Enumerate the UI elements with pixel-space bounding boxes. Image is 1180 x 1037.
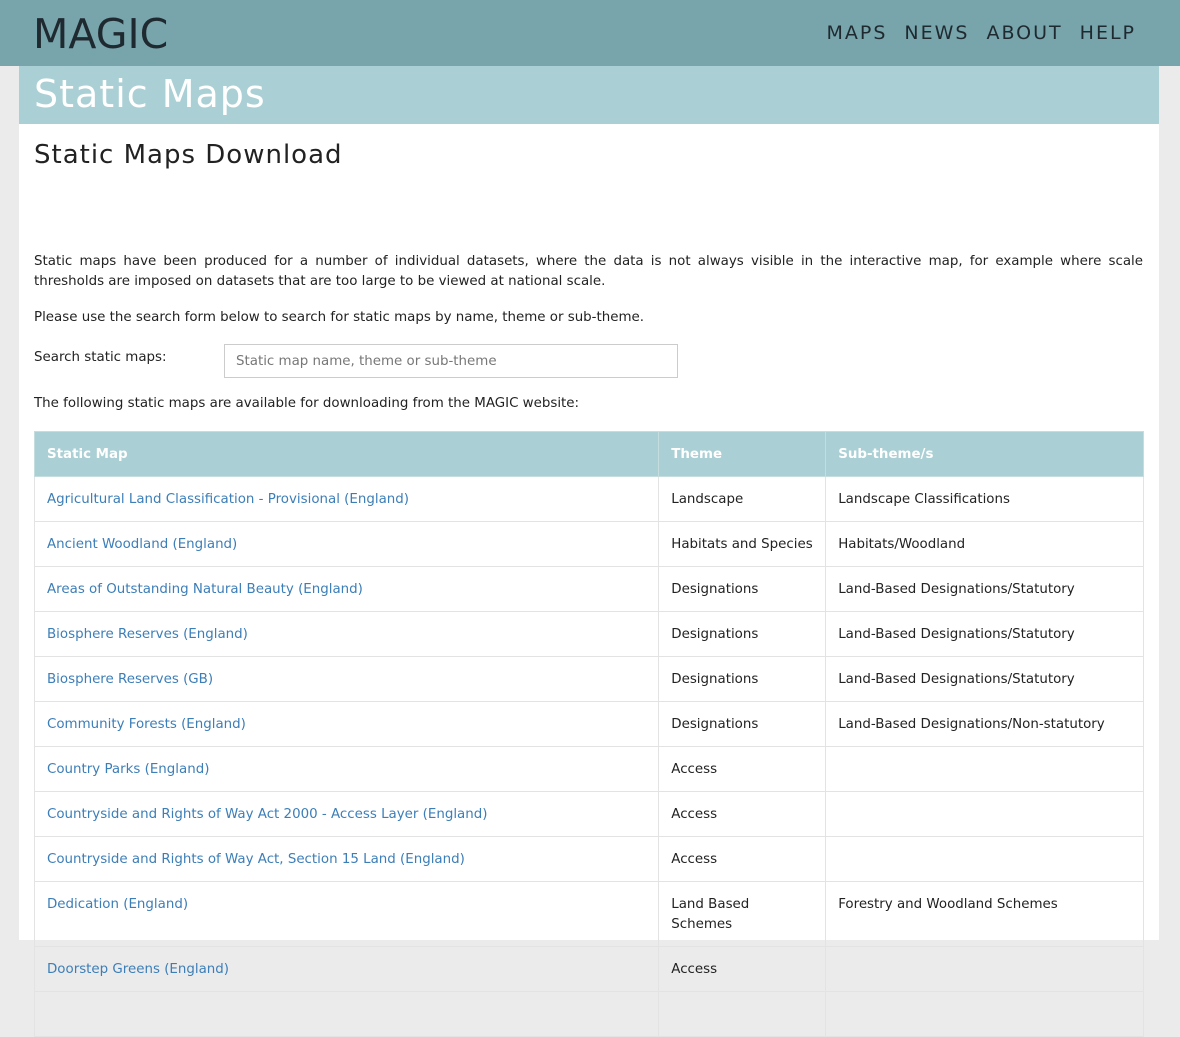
theme-cell: Habitats and Species bbox=[658, 521, 827, 567]
map-name-cell: Doorstep Greens (England) bbox=[33, 946, 660, 992]
map-name-cell: Community Forests (England) bbox=[33, 701, 660, 747]
intro-text: Static maps have been produced for a num… bbox=[34, 254, 1143, 289]
site-header: MAGIC MAPS NEWS ABOUT HELP bbox=[0, 0, 1180, 66]
search-label: Search static maps: bbox=[34, 350, 167, 365]
table-row: Dedication (England) Land Based Schemes … bbox=[33, 881, 1144, 947]
main-nav: MAPS NEWS ABOUT HELP bbox=[826, 21, 1136, 45]
theme-cell: Access bbox=[658, 946, 827, 992]
map-link[interactable]: Dedication (England) bbox=[47, 897, 188, 912]
theme-cell bbox=[658, 991, 827, 1037]
table-row: Biosphere Reserves (GB) Designations Lan… bbox=[33, 656, 1144, 702]
table-row: Ancient Woodland (England) Habitats and … bbox=[33, 521, 1144, 567]
theme-cell: Designations bbox=[658, 701, 827, 747]
search-input[interactable] bbox=[224, 344, 678, 378]
subtheme-cell: Land-Based Designations/Non-statutory bbox=[825, 701, 1144, 747]
subtheme-cell bbox=[825, 836, 1144, 882]
map-link[interactable]: Countryside and Rights of Way Act 2000 -… bbox=[47, 807, 487, 822]
table-row: Biosphere Reserves (England) Designation… bbox=[33, 611, 1144, 657]
theme-cell: Landscape bbox=[658, 476, 827, 522]
page-container: Static Maps Static Maps Download Static … bbox=[19, 66, 1159, 1037]
map-name-cell bbox=[33, 991, 660, 1037]
nav-about[interactable]: ABOUT bbox=[986, 21, 1062, 45]
map-name-cell: Agricultural Land Classification - Provi… bbox=[33, 476, 660, 522]
table-row: Countryside and Rights of Way Act 2000 -… bbox=[33, 791, 1144, 837]
map-name-cell: Countryside and Rights of Way Act 2000 -… bbox=[33, 791, 660, 837]
map-link[interactable]: Biosphere Reserves (GB) bbox=[47, 672, 213, 687]
page-title: Static Maps bbox=[34, 72, 266, 116]
subtheme-cell bbox=[825, 991, 1144, 1037]
subtheme-cell: Landscape Classifications bbox=[825, 476, 1144, 522]
column-header-static-map[interactable]: Static Map bbox=[33, 431, 660, 477]
map-name-cell: Countryside and Rights of Way Act, Secti… bbox=[33, 836, 660, 882]
map-name-cell: Biosphere Reserves (GB) bbox=[33, 656, 660, 702]
theme-cell: Access bbox=[658, 791, 827, 837]
map-link[interactable]: Agricultural Land Classification - Provi… bbox=[47, 492, 409, 507]
map-name-cell: Areas of Outstanding Natural Beauty (Eng… bbox=[33, 566, 660, 612]
map-name-cell: Country Parks (England) bbox=[33, 746, 660, 792]
logo-text: MAGIC bbox=[33, 10, 169, 58]
subtheme-cell: Land-Based Designations/Statutory bbox=[825, 656, 1144, 702]
map-link[interactable]: Countryside and Rights of Way Act, Secti… bbox=[47, 852, 465, 867]
static-maps-table: Static Map Theme Sub-theme/s Agricultura… bbox=[33, 431, 1144, 1037]
subtheme-cell: Habitats/Woodland bbox=[825, 521, 1144, 567]
map-name-cell: Biosphere Reserves (England) bbox=[33, 611, 660, 657]
table-row: Agricultural Land Classification - Provi… bbox=[33, 476, 1144, 522]
subtheme-cell: Land-Based Designations/Statutory bbox=[825, 566, 1144, 612]
map-link[interactable]: Doorstep Greens (England) bbox=[47, 962, 229, 977]
table-header-row: Static Map Theme Sub-theme/s bbox=[33, 431, 1144, 477]
column-header-subtheme[interactable]: Sub-theme/s bbox=[825, 431, 1144, 477]
map-link[interactable]: Biosphere Reserves (England) bbox=[47, 627, 248, 642]
map-link[interactable]: Areas of Outstanding Natural Beauty (Eng… bbox=[47, 582, 363, 597]
table-row: Countryside and Rights of Way Act, Secti… bbox=[33, 836, 1144, 882]
available-maps-text: The following static maps are available … bbox=[34, 396, 580, 411]
magic-logo[interactable]: MAGIC bbox=[33, 10, 168, 58]
map-name-cell: Ancient Woodland (England) bbox=[33, 521, 660, 567]
theme-cell: Access bbox=[658, 746, 827, 792]
section-heading: Static Maps Download bbox=[34, 140, 343, 170]
subtheme-cell: Land-Based Designations/Statutory bbox=[825, 611, 1144, 657]
table-row: Country Parks (England) Access bbox=[33, 746, 1144, 792]
theme-cell: Designations bbox=[658, 611, 827, 657]
nav-news[interactable]: NEWS bbox=[904, 21, 969, 45]
nav-help[interactable]: HELP bbox=[1080, 21, 1136, 45]
table-row bbox=[33, 991, 1144, 1037]
theme-cell: Land Based Schemes bbox=[658, 881, 827, 947]
page-banner: Static Maps bbox=[19, 66, 1159, 124]
map-link[interactable]: Community Forests (England) bbox=[47, 717, 246, 732]
table-row: Areas of Outstanding Natural Beauty (Eng… bbox=[33, 566, 1144, 612]
instructions-text: Please use the search form below to sear… bbox=[34, 310, 645, 325]
table-row: Community Forests (England) Designations… bbox=[33, 701, 1144, 747]
subtheme-cell bbox=[825, 746, 1144, 792]
theme-cell: Designations bbox=[658, 656, 827, 702]
table-row: Doorstep Greens (England) Access bbox=[33, 946, 1144, 992]
map-link[interactable]: Country Parks (England) bbox=[47, 762, 209, 777]
search-form: Search static maps: bbox=[34, 344, 734, 378]
subtheme-cell bbox=[825, 791, 1144, 837]
map-link[interactable]: Ancient Woodland (England) bbox=[47, 537, 237, 552]
column-header-theme[interactable]: Theme bbox=[658, 431, 827, 477]
theme-cell: Access bbox=[658, 836, 827, 882]
subtheme-cell: Forestry and Woodland Schemes bbox=[825, 881, 1144, 947]
subtheme-cell bbox=[825, 946, 1144, 992]
map-name-cell: Dedication (England) bbox=[33, 881, 660, 947]
theme-cell: Designations bbox=[658, 566, 827, 612]
nav-maps[interactable]: MAPS bbox=[826, 21, 887, 45]
